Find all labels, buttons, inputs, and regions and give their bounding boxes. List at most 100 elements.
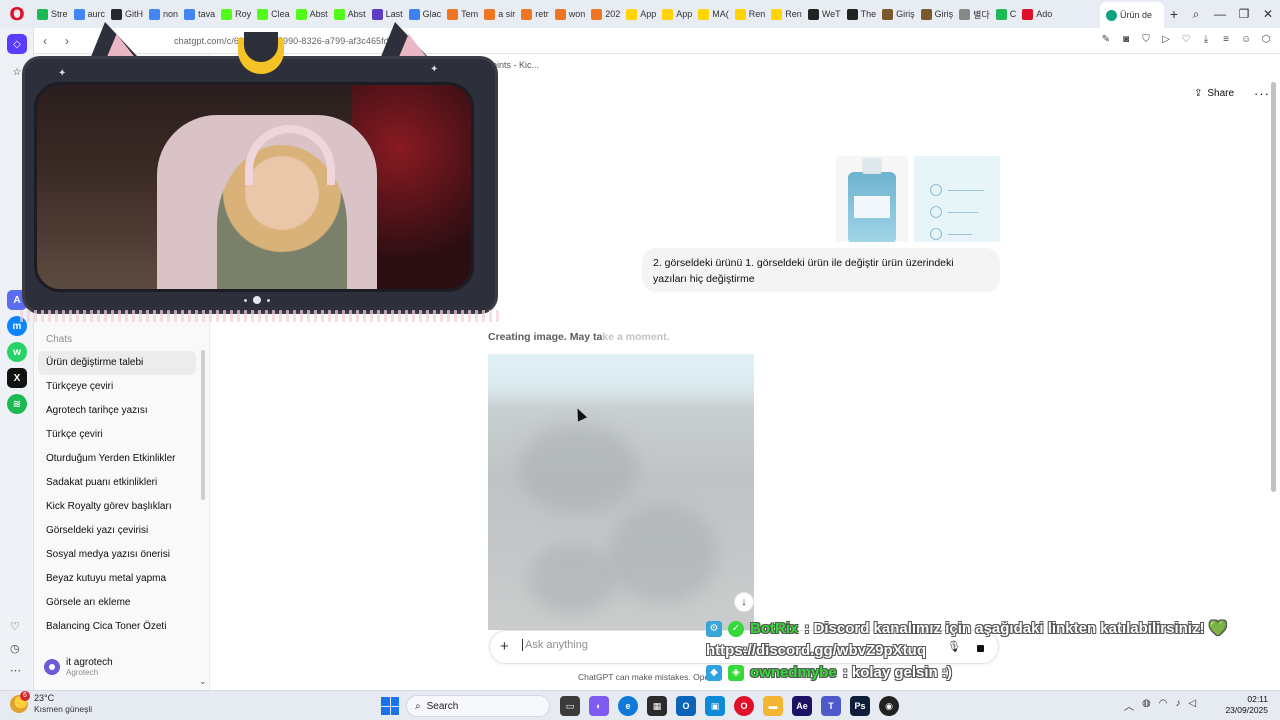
- tab[interactable]: retr: [518, 3, 552, 25]
- weather-widget[interactable]: 6 23°C Kısmen güneşli: [10, 691, 92, 715]
- menu-icon[interactable]: ≡: [1220, 33, 1232, 45]
- edit-icon[interactable]: ✎: [1100, 33, 1112, 45]
- aria-icon[interactable]: ◇: [7, 34, 27, 54]
- more-icon[interactable]: ⋯: [10, 664, 21, 686]
- opera-logo-icon[interactable]: O: [0, 0, 34, 28]
- camera-icon[interactable]: ◙: [1120, 33, 1132, 45]
- tab-search-icon[interactable]: ⌕: [1184, 7, 1208, 22]
- sidebar-chat-item[interactable]: Agrotech tarihçe yazısı: [38, 399, 196, 423]
- tab[interactable]: GitH: [108, 3, 146, 25]
- tab[interactable]: App: [659, 3, 695, 25]
- sidebar-chat-item[interactable]: Sosyal medya yazısı önerisi: [38, 543, 196, 567]
- tab-active[interactable]: Ürün de: [1100, 2, 1164, 28]
- copilot-icon[interactable]: ◐: [589, 696, 609, 716]
- uploaded-image-1[interactable]: [836, 156, 908, 242]
- extensions-icon[interactable]: ⬡: [1260, 33, 1272, 45]
- heart-icon[interactable]: ♡: [10, 620, 21, 642]
- tab[interactable]: Abst: [331, 3, 369, 25]
- clock[interactable]: 02:11 23/09/2025: [1224, 694, 1268, 716]
- tray-chevron-icon[interactable]: ︿: [1124, 698, 1134, 713]
- tab[interactable]: Clea: [254, 3, 293, 25]
- tab-label: Stre: [51, 9, 68, 19]
- volume-icon[interactable]: ◁: [1188, 698, 1196, 713]
- sidebar-chat-item[interactable]: Türkçe çeviri: [38, 423, 196, 447]
- tab[interactable]: aurc: [71, 3, 109, 25]
- tab[interactable]: C: [993, 3, 1020, 25]
- sidebar-chat-item[interactable]: Ürün değiştirme talebi: [38, 351, 196, 375]
- folder-icon[interactable]: ▬: [763, 696, 783, 716]
- tab[interactable]: Stre: [34, 3, 71, 25]
- start-button[interactable]: [381, 697, 399, 715]
- tab[interactable]: WeT: [805, 3, 844, 25]
- history-icon[interactable]: ◷: [10, 642, 21, 664]
- after-effects-icon[interactable]: Ae: [792, 696, 812, 716]
- download-icon[interactable]: ⤓: [1200, 33, 1212, 45]
- more-options-button[interactable]: ···: [1254, 86, 1270, 101]
- scroll-down-button[interactable]: ↓: [734, 592, 754, 612]
- store-icon[interactable]: ▦: [647, 696, 667, 716]
- sidebar-chat-item[interactable]: Türkçeye çeviri: [38, 375, 196, 399]
- outlook-icon[interactable]: O: [676, 696, 696, 716]
- minimize-button[interactable]: —: [1208, 7, 1232, 21]
- opera-taskbar-icon[interactable]: O: [734, 696, 754, 716]
- tab[interactable]: 202: [588, 3, 623, 25]
- tab[interactable]: Ren: [732, 3, 769, 25]
- x-icon[interactable]: X: [7, 368, 27, 388]
- tab[interactable]: Giriş: [879, 3, 918, 25]
- sidebar-chat-item[interactable]: Kick Royalty görev başlıkları: [38, 495, 196, 519]
- tab[interactable]: Abst: [293, 3, 331, 25]
- tab[interactable]: 별다: [956, 3, 993, 25]
- sidebar-chat-item[interactable]: Oturduğum Yerden Etkinlikler: [38, 447, 196, 471]
- sidebar-scrollbar[interactable]: [201, 350, 205, 500]
- forward-button[interactable]: ›: [56, 34, 78, 48]
- tab[interactable]: Ren: [768, 3, 805, 25]
- shield-icon[interactable]: ⛉: [1140, 33, 1152, 45]
- heart-outline-icon[interactable]: ♡: [1180, 33, 1192, 45]
- tab-favicon-icon: [920, 8, 932, 20]
- add-attachment-button[interactable]: +: [500, 638, 509, 655]
- maximize-button[interactable]: ❐: [1232, 7, 1256, 21]
- tab[interactable]: MA(: [695, 3, 732, 25]
- tab[interactable]: Giriş: [918, 3, 957, 25]
- network-icon[interactable]: ◍: [1142, 698, 1151, 713]
- tab-label: 별다: [973, 9, 990, 20]
- tab[interactable]: Ado: [1019, 3, 1055, 25]
- share-button[interactable]: ⇪ Share: [1194, 88, 1234, 99]
- sidebar-chat-item[interactable]: Balancing Cica Toner Özeti: [38, 615, 196, 639]
- url-field[interactable]: chatgpt.com/c/68d1d728-5990-8326-a799-af…: [174, 36, 404, 46]
- tab[interactable]: non: [146, 3, 181, 25]
- tab[interactable]: Last: [369, 3, 406, 25]
- whatsapp-icon[interactable]: w: [7, 342, 27, 362]
- close-button[interactable]: ✕: [1256, 7, 1280, 21]
- tab[interactable]: won: [552, 3, 589, 25]
- tab[interactable]: Roy: [218, 3, 254, 25]
- uploaded-image-2[interactable]: [914, 156, 1000, 242]
- main-scrollbar[interactable]: [1271, 82, 1276, 492]
- spotify-icon[interactable]: ≋: [7, 394, 27, 414]
- sidebar-chat-item[interactable]: Beyaz kutuyu metal yapma: [38, 567, 196, 591]
- edge-icon[interactable]: e: [618, 696, 638, 716]
- obs-icon[interactable]: ◉: [879, 696, 899, 716]
- sidebar-chat-item[interactable]: Sadakat puanı etkinlikleri: [38, 471, 196, 495]
- tab[interactable]: Glac: [406, 3, 445, 25]
- file-manager-icon[interactable]: ▭: [560, 696, 580, 716]
- taskbar-search[interactable]: ⌕ Search: [406, 695, 550, 717]
- remote-desktop-icon[interactable]: ▣: [705, 696, 725, 716]
- profile-icon[interactable]: ☺: [1240, 33, 1252, 45]
- tab[interactable]: Tem: [444, 3, 481, 25]
- user-menu[interactable]: it agrotech Agrotech: [44, 657, 113, 677]
- sidebar-chat-item[interactable]: Görsele arı ekleme: [38, 591, 196, 615]
- sidebar-chat-item[interactable]: Görseldeki yazı çevirisi: [38, 519, 196, 543]
- tab[interactable]: a sir: [481, 3, 518, 25]
- back-button[interactable]: ‹: [34, 34, 56, 48]
- tab[interactable]: The: [844, 3, 880, 25]
- teams-icon[interactable]: T: [821, 696, 841, 716]
- photoshop-icon[interactable]: Ps: [850, 696, 870, 716]
- play-icon[interactable]: ▷: [1160, 33, 1172, 45]
- chevron-down-icon[interactable]: ⌄: [199, 676, 207, 687]
- tab[interactable]: App: [623, 3, 659, 25]
- tab[interactable]: tava: [181, 3, 218, 25]
- wifi-icon[interactable]: ◠: [1159, 698, 1168, 713]
- mic-tray-icon[interactable]: ♪: [1175, 698, 1180, 713]
- new-tab-button[interactable]: +: [1164, 6, 1184, 22]
